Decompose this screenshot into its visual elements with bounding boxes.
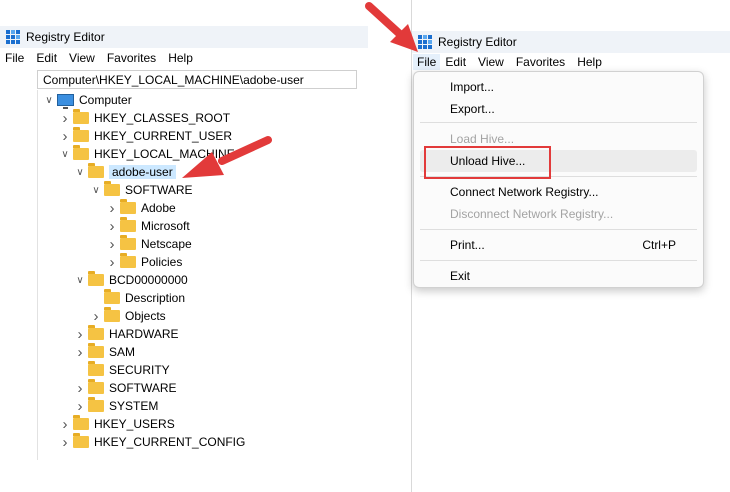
annotation-arrows: [182, 2, 418, 178]
red-arrow-annotation: [182, 136, 272, 178]
red-arrow-annotation: [365, 2, 418, 52]
